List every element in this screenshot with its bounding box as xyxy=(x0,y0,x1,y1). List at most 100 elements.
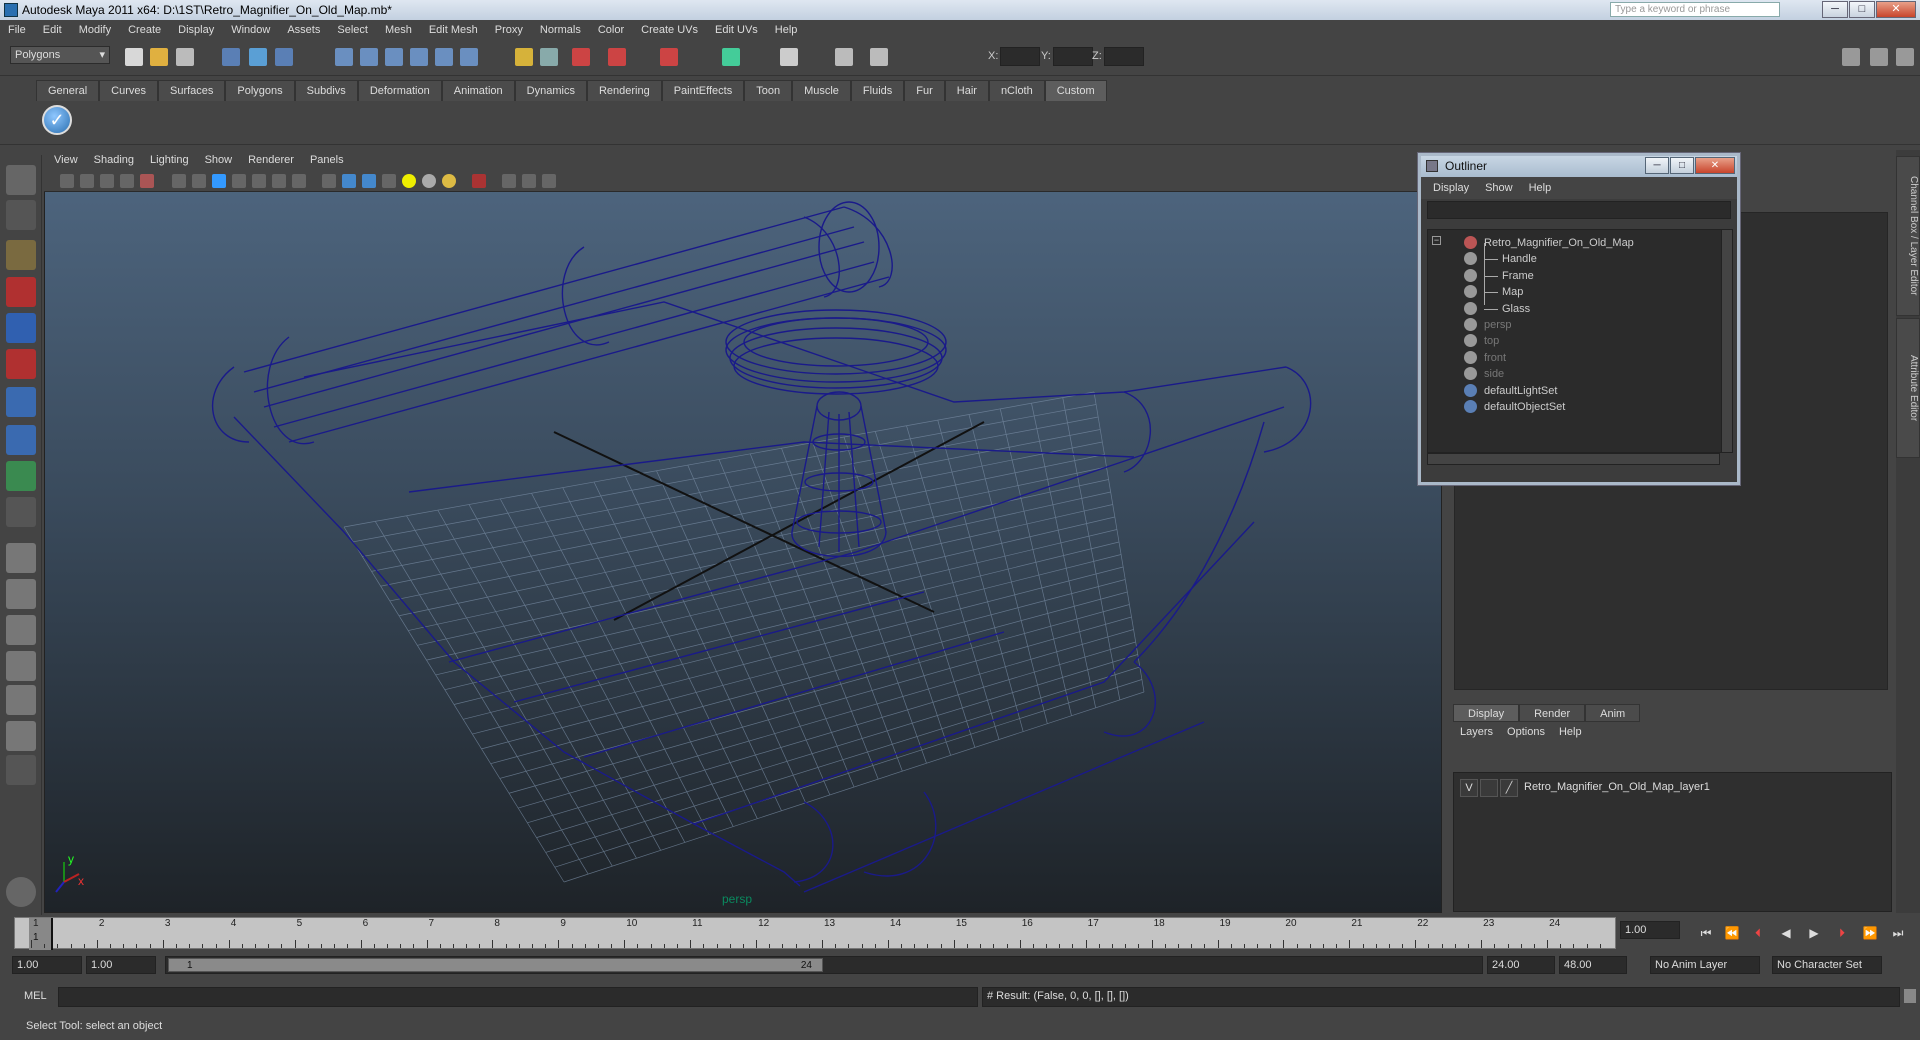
shelf-check-icon[interactable]: ✓ xyxy=(42,105,72,135)
panel-menu-shading[interactable]: Shading xyxy=(94,154,134,166)
output-ops-icon[interactable] xyxy=(780,48,798,66)
outliner-close-button[interactable]: ✕ xyxy=(1695,157,1735,174)
layer-tab-anim[interactable]: Anim xyxy=(1585,704,1641,722)
menu-select[interactable]: Select xyxy=(337,24,368,36)
outliner-row[interactable]: side xyxy=(1428,365,1718,383)
outliner-row[interactable]: front xyxy=(1428,349,1718,367)
persp-hypergraph-layout-icon[interactable] xyxy=(6,685,36,715)
menu-mesh[interactable]: Mesh xyxy=(385,24,412,36)
smooth-shade-icon[interactable] xyxy=(342,174,356,188)
toggle-attribute-editor-icon[interactable] xyxy=(1842,48,1860,66)
step-forward-frame-icon[interactable]: ⏵ xyxy=(1834,926,1850,940)
soft-mod-icon[interactable] xyxy=(6,425,36,455)
x-field[interactable] xyxy=(1000,47,1040,66)
panel-menu-view[interactable]: View xyxy=(54,154,78,166)
input-ops-icon[interactable] xyxy=(722,48,740,66)
outliner-row[interactable]: defaultObjectSet xyxy=(1428,398,1718,416)
show-manip-icon[interactable] xyxy=(6,461,36,491)
menu-normals[interactable]: Normals xyxy=(540,24,581,36)
outliner-menu-display[interactable]: Display xyxy=(1433,182,1469,194)
tab-channel-box[interactable]: Channel Box / Layer Editor xyxy=(1896,156,1920,316)
lock-icon[interactable] xyxy=(515,48,533,66)
menu-modify[interactable]: Modify xyxy=(79,24,111,36)
film-gate-icon[interactable] xyxy=(192,174,206,188)
menu-display[interactable]: Display xyxy=(178,24,214,36)
collapse-icon[interactable]: − xyxy=(1432,236,1441,245)
toggle-tool-settings-icon[interactable] xyxy=(1870,48,1888,66)
lasso-tool-icon[interactable] xyxy=(6,200,36,230)
universal-manip-icon[interactable] xyxy=(6,387,36,417)
snap-plane-icon[interactable] xyxy=(410,48,428,66)
outliner-row[interactable]: top xyxy=(1428,332,1718,350)
play-backward-icon[interactable]: ◀ xyxy=(1778,926,1794,940)
anim-layer-dropdown[interactable]: No Anim Layer xyxy=(1650,956,1760,974)
two-d-pan-icon[interactable] xyxy=(140,174,154,188)
bookmark-icon[interactable] xyxy=(100,174,114,188)
step-forward-key-icon[interactable]: ⏩ xyxy=(1862,926,1878,940)
maximize-button[interactable]: □ xyxy=(1849,1,1875,18)
outliner-minimize-button[interactable]: ─ xyxy=(1645,157,1669,174)
history-icon[interactable] xyxy=(460,48,478,66)
animation-end-field[interactable]: 48.00 xyxy=(1559,956,1627,974)
shelf-tab-curves[interactable]: Curves xyxy=(99,80,158,101)
y-field[interactable] xyxy=(1053,47,1093,66)
xray-joints-icon[interactable] xyxy=(522,174,536,188)
playback-end-field[interactable]: 24.00 xyxy=(1487,956,1555,974)
textured-icon[interactable] xyxy=(382,174,396,188)
menu-create[interactable]: Create xyxy=(128,24,161,36)
outliner-horizontal-scrollbar[interactable] xyxy=(1427,453,1720,465)
tab-attribute-editor[interactable]: Attribute Editor xyxy=(1896,318,1920,458)
z-field[interactable] xyxy=(1104,47,1144,66)
snap-live-icon[interactable] xyxy=(435,48,453,66)
outliner-titlebar[interactable]: Outliner ─ □ ✕ xyxy=(1421,156,1737,177)
isolate-select-icon[interactable] xyxy=(472,174,486,188)
shelf-tab-fluids[interactable]: Fluids xyxy=(850,80,905,101)
camera-attributes-icon[interactable] xyxy=(80,174,94,188)
animation-start-field[interactable]: 1.00 xyxy=(12,956,82,974)
outliner-row[interactable]: persp xyxy=(1428,316,1718,334)
hypershade-icon[interactable] xyxy=(870,48,888,66)
playback-start-field[interactable]: 1.00 xyxy=(86,956,156,974)
image-plane-icon[interactable] xyxy=(120,174,134,188)
outliner-vertical-scrollbar[interactable] xyxy=(1721,229,1733,453)
last-tool-icon[interactable] xyxy=(6,497,36,527)
wireframe-on-shaded-icon[interactable] xyxy=(362,174,376,188)
select-tool-icon[interactable] xyxy=(6,165,36,195)
layer-visibility-toggle[interactable]: V xyxy=(1460,779,1478,797)
ipr-render-icon[interactable] xyxy=(608,48,626,66)
step-back-frame-icon[interactable]: ⏴ xyxy=(1750,926,1766,940)
xray-icon[interactable] xyxy=(502,174,516,188)
persp-outliner-layout-icon[interactable] xyxy=(6,615,36,645)
shelf-tab-deformation[interactable]: Deformation xyxy=(357,80,442,101)
shelf-tab-animation[interactable]: Animation xyxy=(441,80,515,101)
menu-help[interactable]: Help xyxy=(775,24,798,36)
snap-point-icon[interactable] xyxy=(385,48,403,66)
select-camera-icon[interactable] xyxy=(60,174,74,188)
menu-edit-uvs[interactable]: Edit UVs xyxy=(715,24,758,36)
move-tool-icon[interactable] xyxy=(6,277,36,307)
panel-menu-show[interactable]: Show xyxy=(205,154,233,166)
shelf-tab-ncloth[interactable]: nCloth xyxy=(988,80,1045,101)
resolution-gate-icon[interactable] xyxy=(212,174,226,188)
high-quality-icon[interactable] xyxy=(442,174,456,188)
safe-action-icon[interactable] xyxy=(272,174,286,188)
layer-tab-display[interactable]: Display xyxy=(1453,704,1520,722)
select-highlight-icon[interactable] xyxy=(540,48,558,66)
mentalray-icon[interactable] xyxy=(6,877,36,907)
outliner-row[interactable]: defaultLightSet xyxy=(1428,382,1718,400)
field-chart-icon[interactable] xyxy=(252,174,266,188)
menu-edit[interactable]: Edit xyxy=(43,24,62,36)
grid-toggle-icon[interactable] xyxy=(172,174,186,188)
render-frame-icon[interactable] xyxy=(572,48,590,66)
four-view-layout-icon[interactable] xyxy=(6,579,36,609)
rotate-tool-icon[interactable] xyxy=(6,313,36,343)
outliner-menu-help[interactable]: Help xyxy=(1529,182,1552,194)
outliner-maximize-button[interactable]: □ xyxy=(1670,157,1694,174)
menu-window[interactable]: Window xyxy=(231,24,270,36)
shelf-tab-muscle[interactable]: Muscle xyxy=(792,80,851,101)
scale-tool-icon[interactable] xyxy=(6,349,36,379)
shelf-tab-rendering[interactable]: Rendering xyxy=(586,80,662,101)
outliner-row[interactable]: Map xyxy=(1428,283,1718,301)
timeline-ruler[interactable]: 1 1 2 3 4 5 6 7 8 9 10 11 12 13 14 15 16 17 18 19 20 21 22 23 2… xyxy=(14,917,1616,950)
shelf-tab-polygons[interactable]: Polygons xyxy=(225,80,295,101)
